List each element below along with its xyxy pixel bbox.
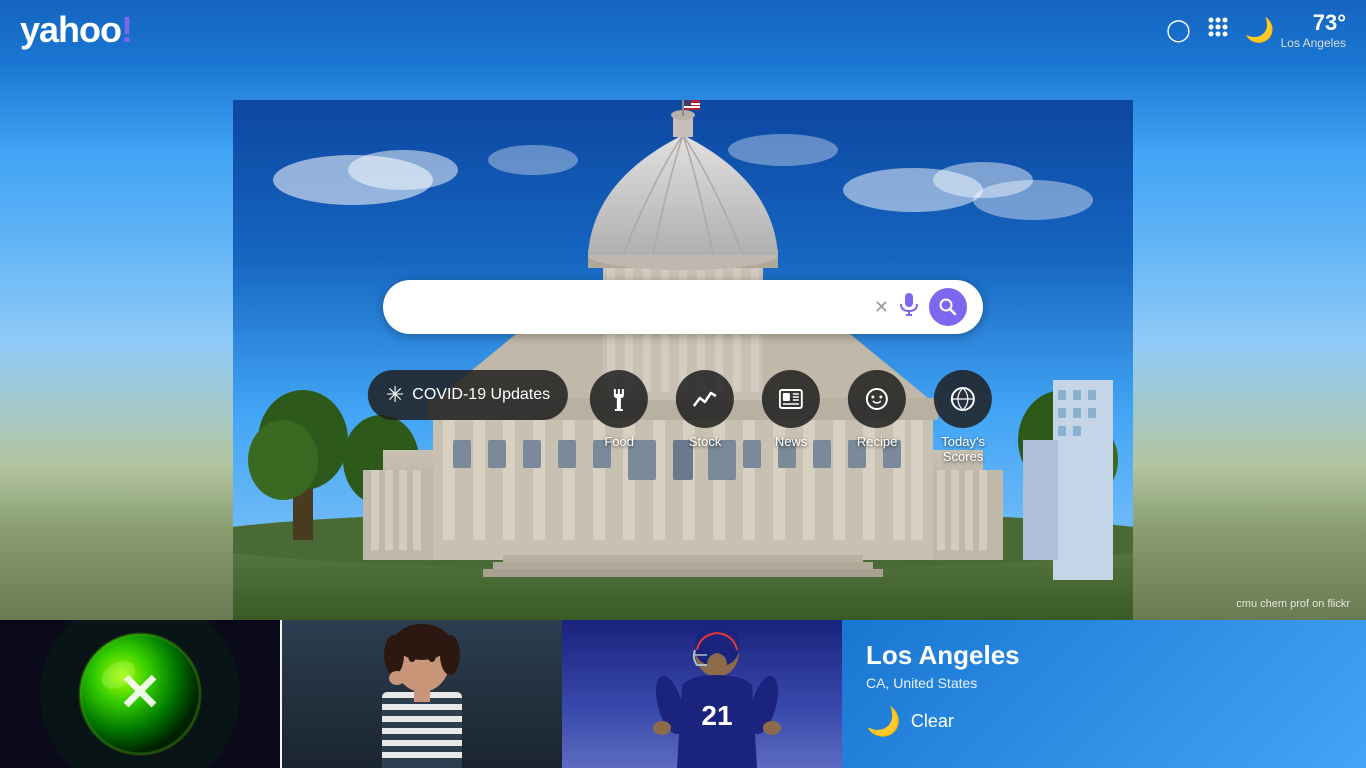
weather-card-city: Los Angeles xyxy=(866,640,1342,671)
logo-exclaim: ! xyxy=(121,9,132,50)
news-label: News xyxy=(775,434,808,449)
microphone-icon[interactable] xyxy=(899,292,919,322)
quick-links: ✳ COVID-19 Updates Food Stock xyxy=(368,370,998,464)
news-card-2-image xyxy=(282,620,562,768)
search-button[interactable] xyxy=(929,288,967,326)
recipe-icon xyxy=(848,370,906,428)
covid-icon: ✳ xyxy=(386,382,404,408)
weather-card[interactable]: Los Angeles CA, United States 🌙 Clear xyxy=(842,620,1366,768)
apps-grid-icon[interactable] xyxy=(1207,16,1229,44)
news-card-1-image: ✕ xyxy=(0,620,280,768)
quick-link-news[interactable]: News xyxy=(756,370,826,449)
news-card-3-image: 21 xyxy=(562,620,842,768)
weather-city: Los Angeles xyxy=(1281,36,1346,50)
clear-icon[interactable]: ✕ xyxy=(874,297,889,318)
yahoo-logo[interactable]: yahoo! xyxy=(20,9,132,51)
quick-link-covid[interactable]: ✳ COVID-19 Updates xyxy=(368,370,568,420)
scores-label-line1: Today's xyxy=(941,434,985,449)
search-box: ✕ xyxy=(383,280,983,334)
food-icon xyxy=(590,370,648,428)
stock-icon xyxy=(676,370,734,428)
news-card-2[interactable] xyxy=(282,620,562,768)
recipe-label: Recipe xyxy=(857,434,897,449)
news-card-1[interactable]: ✕ xyxy=(0,620,280,768)
weather-condition-text: Clear xyxy=(911,711,954,732)
quick-link-food[interactable]: Food xyxy=(584,370,654,449)
svg-text:21: 21 xyxy=(701,700,732,731)
quick-link-stock[interactable]: Stock xyxy=(670,370,740,449)
weather-card-condition: 🌙 Clear xyxy=(866,705,1342,738)
covid-label: COVID-19 Updates xyxy=(412,386,550,404)
user-icon[interactable]: ◯ xyxy=(1166,17,1191,43)
search-input[interactable] xyxy=(399,293,874,322)
scores-label-line2: Scores xyxy=(941,449,985,464)
weather-temperature: 73° xyxy=(1281,10,1346,36)
photo-credit: cmu chem prof on flickr xyxy=(1236,598,1350,610)
news-card-3[interactable]: 21 xyxy=(562,620,842,768)
scores-icon xyxy=(934,370,992,428)
weather-info: 73° Los Angeles xyxy=(1281,10,1346,50)
weather-widget[interactable]: 🌙 73° Los Angeles xyxy=(1245,10,1346,50)
quick-link-recipe[interactable]: Recipe xyxy=(842,370,912,449)
weather-condition-icon: 🌙 xyxy=(866,705,901,738)
search-area: ✕ xyxy=(383,280,983,334)
food-label: Food xyxy=(604,434,634,449)
bottom-section: ✕ xyxy=(0,620,1366,768)
capitol-building xyxy=(233,100,1133,620)
quick-link-scores[interactable]: Today's Scores xyxy=(928,370,998,464)
hero-section: yahoo! ◯ 🌙 73° xyxy=(0,0,1366,620)
moon-icon: 🌙 xyxy=(1245,16,1275,45)
header-right: ◯ 🌙 73° Los Angeles xyxy=(1166,10,1346,50)
weather-card-region: CA, United States xyxy=(866,675,1342,691)
header: yahoo! ◯ 🌙 73° xyxy=(0,0,1366,60)
news-icon xyxy=(762,370,820,428)
stock-label: Stock xyxy=(689,434,722,449)
